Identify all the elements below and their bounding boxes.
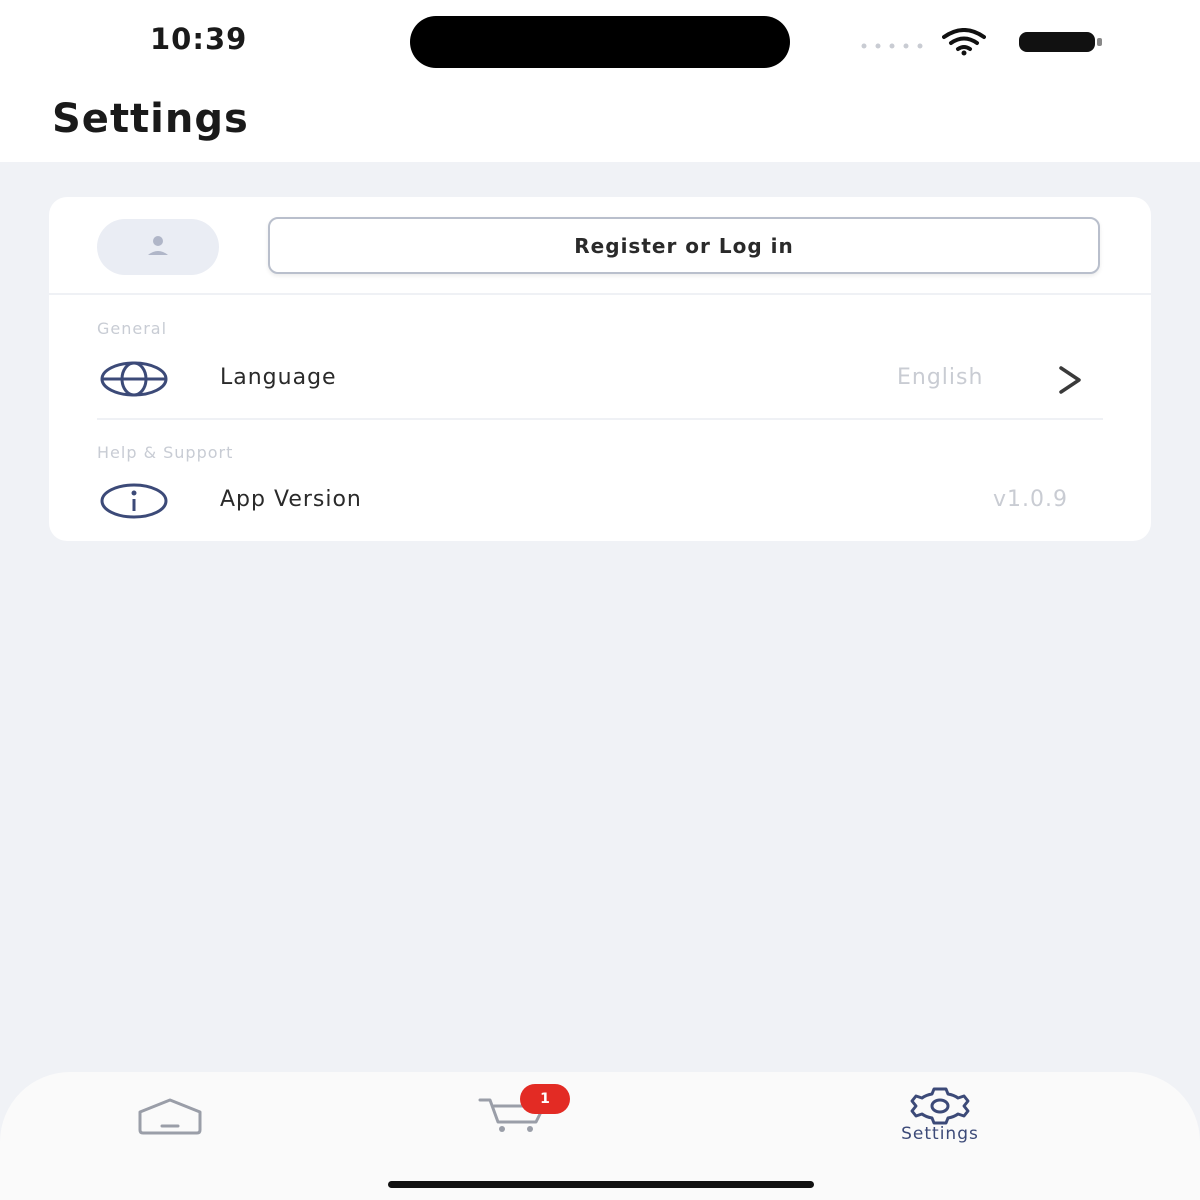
settings-row-app-version: App Version v1.0.9 [49,469,1151,535]
wifi-icon [942,28,986,56]
home-icon [138,1098,202,1135]
settings-screen: 10:39 Settings Register or Log in Genera… [0,0,1200,1200]
register-login-button[interactable]: Register or Log in [268,217,1100,274]
settings-row-language[interactable]: Language English [49,347,1151,413]
cart-badge: 1 [520,1084,570,1114]
dynamic-island [410,16,790,68]
language-value: English [897,365,984,390]
status-indicators [858,24,1108,64]
app-version-label: App Version [220,487,362,512]
avatar [97,219,219,275]
user-icon [148,236,168,255]
header-area: 10:39 Settings [0,0,1200,162]
page-title: Settings [52,96,249,142]
cellular-signal-icon [861,43,923,49]
status-time: 10:39 [150,22,248,56]
info-icon [100,483,168,519]
tab-cart[interactable]: 1 [460,1072,590,1172]
settings-card: Register or Log in General Language Engl… [49,197,1151,541]
section-label-general: General [97,319,168,338]
gear-icon [910,1087,970,1125]
home-indicator [388,1181,814,1188]
app-version-value: v1.0.9 [993,487,1068,512]
language-label: Language [220,365,337,390]
tab-settings-label: Settings [901,1124,979,1144]
tab-settings[interactable]: Settings [860,1072,1020,1172]
globe-icon [100,361,168,397]
tab-home[interactable] [120,1072,220,1172]
chevron-right-icon [1059,366,1081,394]
divider [97,418,1103,420]
section-label-help-support: Help & Support [97,443,234,462]
battery-icon [1019,32,1102,52]
divider [49,293,1151,295]
